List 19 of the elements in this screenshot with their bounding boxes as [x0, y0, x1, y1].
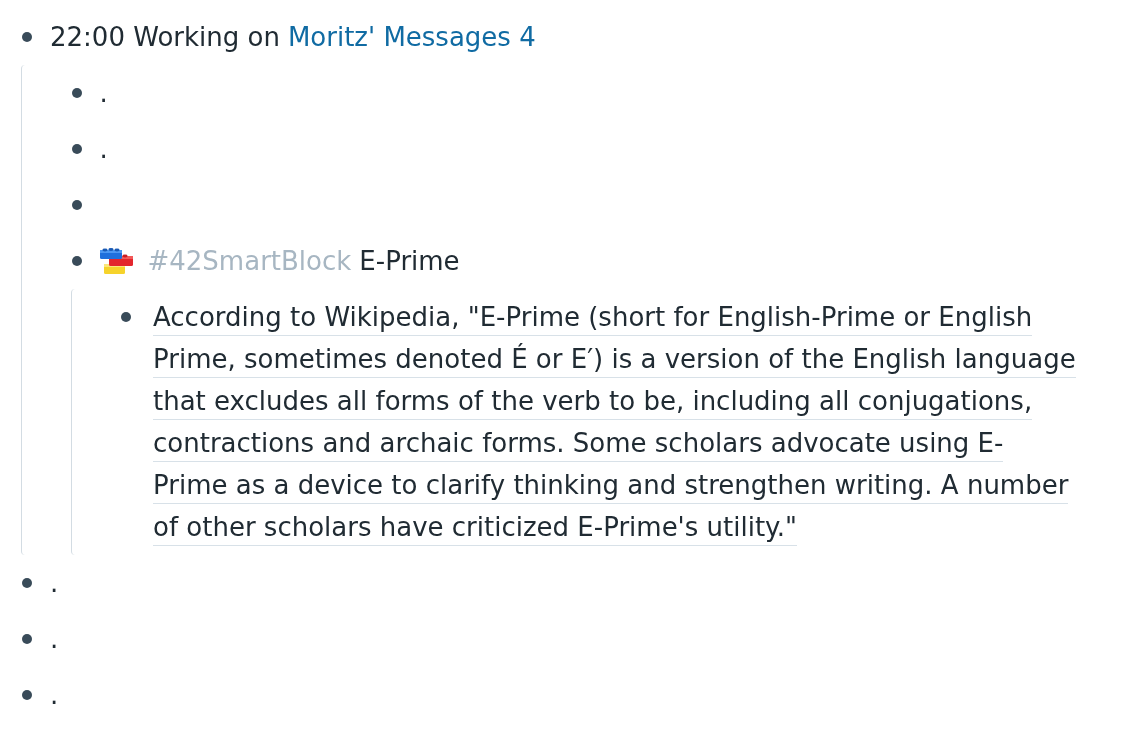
bullet-icon[interactable] [121, 312, 131, 322]
block-text: . [50, 679, 59, 712]
bullet-icon[interactable] [22, 32, 32, 42]
block-text: According to Wikipedia, "E-Prime (short for English-Prime or English Prime, sometimes denoted É or E′) is a version of the English language that excludes all forms of the verb to be, including all conjugations, contractions and archaic forms. Some scholars advocate using E-Prime as a device to clarify thinking and strengthen writing. A number of other scholars have criticized E-Prime's utility." [153, 296, 1077, 548]
bricks-icon [99, 247, 134, 275]
bullet-icon[interactable] [71, 88, 82, 98]
bullet-icon[interactable] [71, 200, 82, 210]
bullet-icon[interactable] [71, 256, 82, 266]
block-text: . [50, 567, 59, 600]
bullet-icon[interactable] [71, 144, 82, 154]
block-text: E-Prime [359, 245, 460, 278]
block-text: . [50, 623, 59, 656]
bullet-icon[interactable] [22, 634, 32, 644]
block-text: . [99, 133, 108, 166]
block-text: 22:00 Working on [50, 21, 280, 54]
page-link[interactable]: Moritz' Messages 4 [287, 16, 536, 58]
bullet-icon[interactable] [22, 690, 32, 700]
bullet-icon[interactable] [22, 578, 32, 588]
block-text: . [99, 77, 108, 110]
